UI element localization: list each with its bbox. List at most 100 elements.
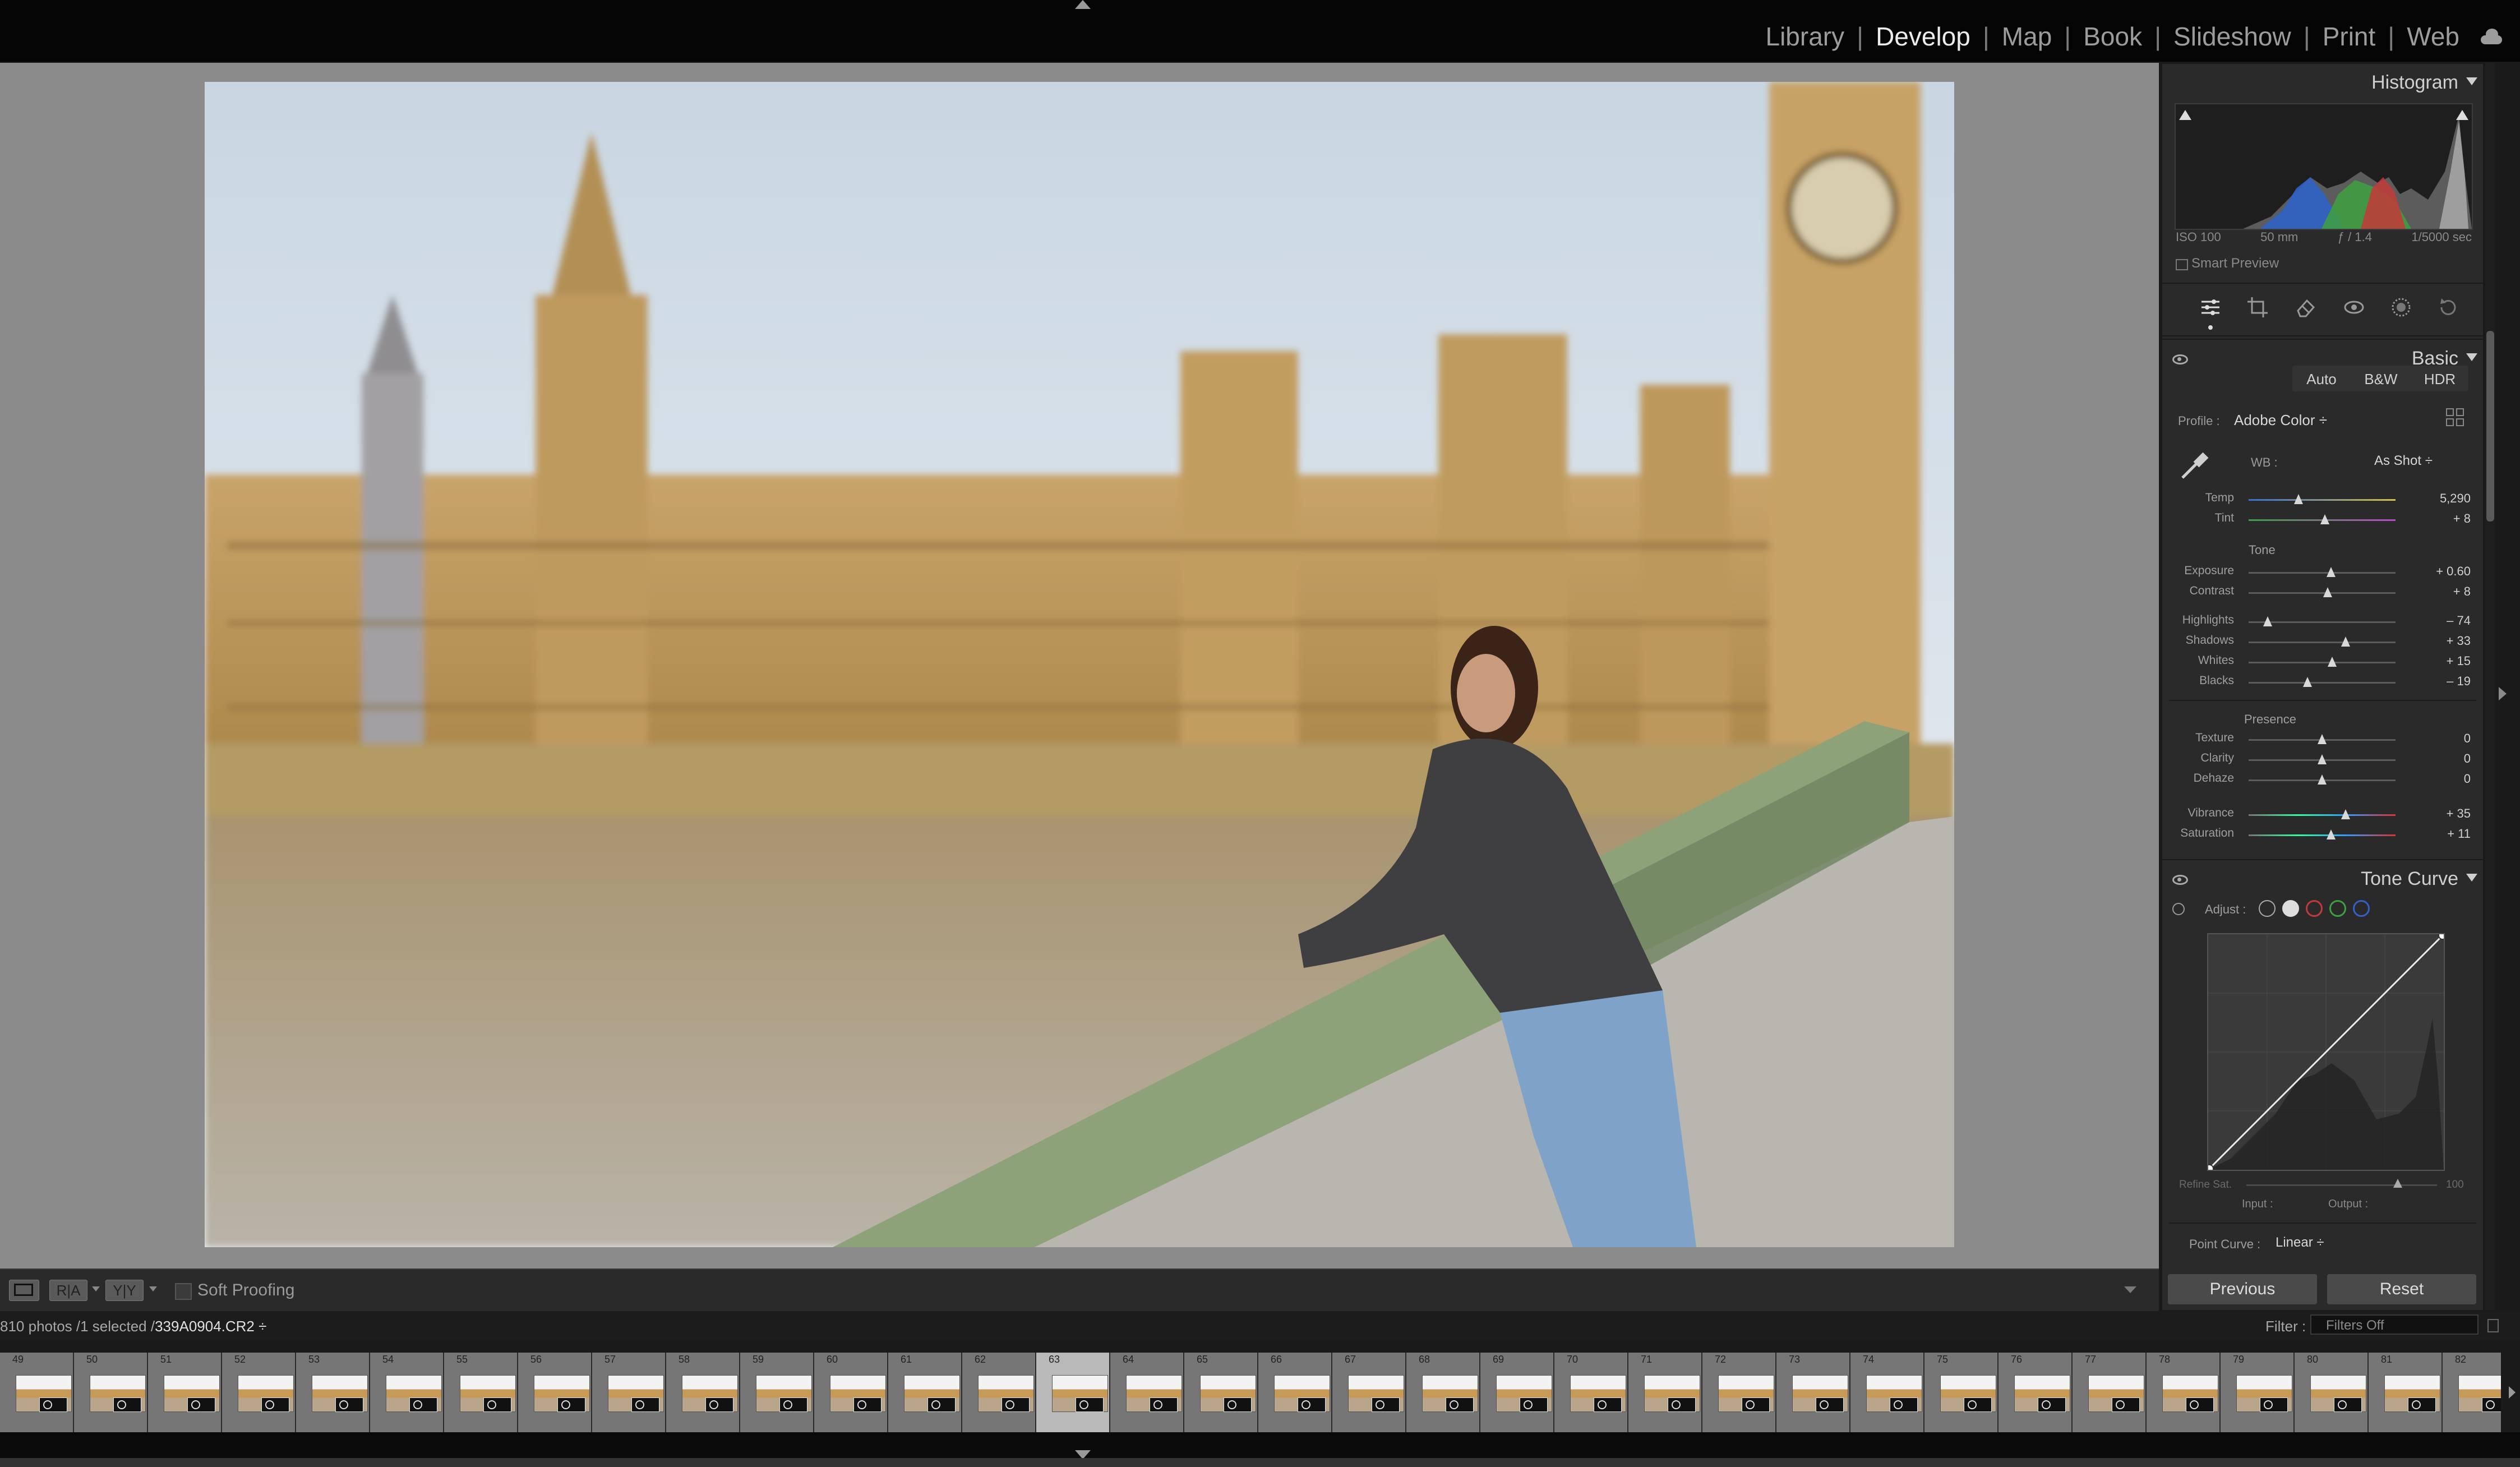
filmstrip-thumbnail[interactable]: 82 [2443, 1353, 2501, 1432]
filmstrip-thumbnail[interactable]: 51 [148, 1353, 222, 1432]
slider-track[interactable] [2249, 682, 2396, 684]
masking-icon[interactable] [2390, 296, 2412, 319]
soft-proofing-checkbox[interactable] [175, 1283, 192, 1300]
slider-highlights[interactable]: Highlights – 74 [2162, 612, 2483, 631]
tone-curve-graph[interactable] [2207, 933, 2445, 1171]
red-eye-icon[interactable] [2343, 296, 2365, 319]
slider-shadows[interactable]: Shadows + 33 [2162, 633, 2483, 652]
filmstrip-thumbnail[interactable]: 74 [1850, 1353, 1924, 1432]
slider-value[interactable]: + 8 [2453, 584, 2471, 599]
module-develop[interactable]: Develop [1876, 21, 1970, 52]
filmstrip-thumbnail[interactable]: 54 [370, 1353, 444, 1432]
slider-knob[interactable] [2318, 734, 2327, 744]
slider-track[interactable] [2249, 814, 2396, 816]
slider-value[interactable]: 5,290 [2440, 491, 2471, 506]
slider-knob[interactable] [2302, 677, 2312, 687]
smart-preview-icon[interactable] [2176, 259, 2188, 270]
eye-icon[interactable] [2172, 354, 2188, 365]
module-map[interactable]: Map [2002, 21, 2052, 52]
edit-sliders-icon[interactable] [2199, 296, 2222, 319]
profile-browser-icon[interactable] [2446, 408, 2466, 428]
parametric-curve-icon[interactable] [2259, 900, 2276, 917]
filmstrip-thumbnail[interactable]: 70 [1554, 1353, 1628, 1432]
histogram-header[interactable]: Histogram [2162, 63, 2483, 100]
photo-preview[interactable] [205, 82, 1954, 1247]
filmstrip-thumbnail[interactable]: 67 [1332, 1353, 1406, 1432]
filmstrip-thumbnail[interactable]: 81 [2369, 1353, 2443, 1432]
filmstrip-thumbnail[interactable]: 57 [592, 1353, 666, 1432]
tone-curve-header[interactable]: Tone Curve [2162, 859, 2483, 896]
refine-saturation-knob[interactable] [2393, 1179, 2402, 1188]
filmstrip-thumbnail[interactable]: 72 [1702, 1353, 1776, 1432]
module-web[interactable]: Web [2407, 21, 2459, 52]
filmstrip-thumbnail[interactable]: 61 [888, 1353, 962, 1432]
reset-history-icon[interactable] [2437, 296, 2459, 319]
right-panel-scrollbar[interactable] [2485, 63, 2495, 1310]
bw-button[interactable]: B&W [2351, 367, 2411, 391]
slider-value[interactable]: – 19 [2447, 674, 2471, 689]
module-library[interactable]: Library [1766, 21, 1845, 52]
slider-saturation[interactable]: Saturation + 11 [2162, 825, 2483, 845]
wb-eyedropper-icon[interactable] [2178, 450, 2210, 482]
slider-contrast[interactable]: Contrast + 8 [2162, 583, 2483, 602]
chevron-down-icon[interactable] [149, 1286, 157, 1291]
slider-blacks[interactable]: Blacks – 19 [2162, 673, 2483, 692]
slider-tint[interactable]: Tint + 8 [2162, 510, 2483, 529]
slider-knob[interactable] [2263, 616, 2273, 626]
scrollbar-thumb[interactable] [2486, 331, 2494, 522]
filmstrip-scroll[interactable] [2507, 1353, 2518, 1432]
filename-dropdown[interactable]: 339A0904.CR2 ÷ [155, 1318, 266, 1335]
filmstrip-thumbnail[interactable]: 50 [74, 1353, 148, 1432]
slider-track[interactable] [2249, 642, 2396, 643]
collapse-top-panel-icon[interactable] [1075, 0, 1091, 9]
filter-dropdown[interactable]: Filters Off [2310, 1314, 2479, 1335]
filmstrip-thumbnail[interactable]: 71 [1628, 1353, 1702, 1432]
targeted-adjust-icon[interactable] [2172, 903, 2185, 915]
filmstrip-thumbnail[interactable]: 52 [222, 1353, 296, 1432]
slider-track[interactable] [2249, 572, 2396, 574]
slider-track[interactable] [2249, 834, 2396, 836]
red-channel-icon[interactable] [2306, 900, 2323, 917]
slider-value[interactable]: + 15 [2447, 654, 2471, 668]
filmstrip-thumbnail[interactable]: 76 [1999, 1353, 2073, 1432]
before-after-split-button[interactable]: Y|Y [105, 1280, 144, 1301]
filmstrip-thumbnail[interactable]: 64 [1110, 1353, 1184, 1432]
filmstrip-thumbnail[interactable]: 69 [1480, 1353, 1554, 1432]
slider-value[interactable]: 0 [2464, 731, 2471, 746]
slider-knob[interactable] [2294, 494, 2304, 504]
filmstrip-thumbnail[interactable]: 55 [444, 1353, 518, 1432]
blue-channel-icon[interactable] [2353, 900, 2370, 917]
slider-vibrance[interactable]: Vibrance + 35 [2162, 805, 2483, 824]
cloud-sync-icon[interactable] [2479, 29, 2503, 44]
shadow-clipping-icon[interactable] [2179, 110, 2191, 120]
filmstrip-thumbnail[interactable]: 56 [518, 1353, 592, 1432]
slider-value[interactable]: + 8 [2453, 511, 2471, 526]
slider-knob[interactable] [2326, 567, 2336, 577]
refine-saturation-slider[interactable] [2246, 1184, 2437, 1186]
reset-button[interactable]: Reset [2327, 1274, 2476, 1304]
slider-texture[interactable]: Texture 0 [2162, 730, 2483, 749]
filmstrip-thumbnail[interactable]: 58 [666, 1353, 740, 1432]
wb-dropdown[interactable]: As Shot ÷ [2374, 453, 2433, 469]
slider-value[interactable]: + 11 [2447, 827, 2471, 841]
slider-knob[interactable] [2318, 754, 2327, 764]
crop-icon[interactable] [2246, 296, 2269, 319]
previous-button[interactable]: Previous [2168, 1274, 2317, 1304]
slider-value[interactable]: – 74 [2447, 613, 2471, 628]
auto-button[interactable]: Auto [2292, 367, 2351, 391]
filmstrip-thumbnail[interactable]: 80 [2295, 1353, 2369, 1432]
slider-track[interactable] [2249, 592, 2396, 594]
slider-knob[interactable] [2320, 514, 2330, 524]
highlight-clipping-icon[interactable] [2456, 110, 2468, 120]
histogram-graph[interactable] [2175, 103, 2473, 230]
slider-knob[interactable] [2328, 657, 2337, 667]
rgb-channel-icon[interactable] [2282, 900, 2299, 917]
slider-exposure[interactable]: Exposure + 0.60 [2162, 563, 2483, 582]
green-channel-icon[interactable] [2329, 900, 2346, 917]
slider-knob[interactable] [2323, 587, 2333, 597]
filmstrip-thumbnail[interactable]: 53 [296, 1353, 370, 1432]
point-curve-dropdown[interactable]: Linear ÷ [2276, 1235, 2324, 1251]
slider-value[interactable]: + 0.60 [2436, 564, 2471, 579]
filmstrip-thumbnail[interactable]: 68 [1406, 1353, 1480, 1432]
filmstrip-thumbnail[interactable]: 65 [1184, 1353, 1258, 1432]
